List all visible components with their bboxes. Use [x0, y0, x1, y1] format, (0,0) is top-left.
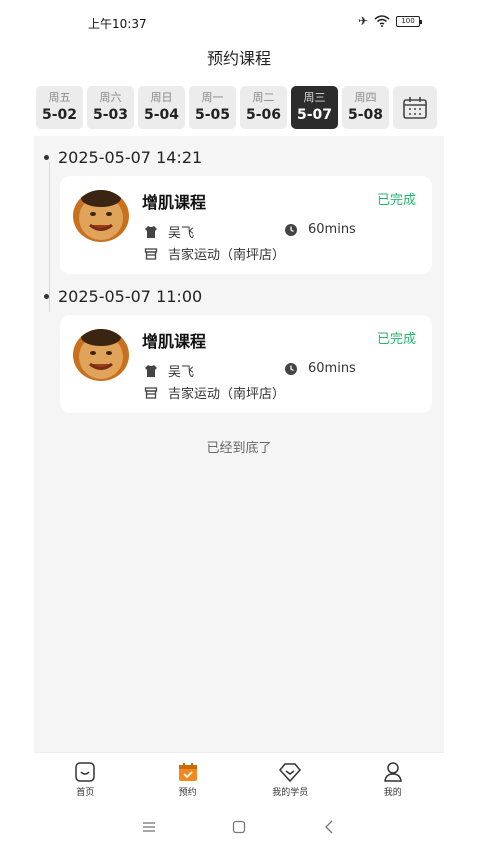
day-weekday: 周六 — [99, 91, 122, 104]
coach-avatar — [73, 329, 129, 381]
location-row: 吉家运动（南坪店） — [144, 383, 285, 402]
coach-name: 吴飞 — [168, 365, 195, 380]
tab-label: 我的学员 — [272, 788, 309, 798]
tab-booking[interactable]: 预约 — [137, 753, 240, 804]
day-tab[interactable]: 周一 5-05 — [189, 86, 236, 129]
day-date: 5-08 — [347, 107, 384, 123]
coach-row: 吴飞 — [144, 222, 194, 241]
day-date: 5-06 — [245, 107, 282, 123]
duration-row: 60mins — [284, 222, 356, 237]
status-badge: 已完成 — [376, 332, 416, 347]
day-date: 5-03 — [92, 107, 129, 123]
timeline-header: 2025-05-07 14:21 — [44, 148, 202, 167]
system-nav-bar — [34, 804, 444, 850]
status-bar: 上午10:37 ✈ 100 — [34, 0, 444, 44]
date-selector: 周五 5-02 周六 5-03 周日 5-04 周一 5-05 周二 5-06 … — [34, 80, 444, 136]
duration-value: 60mins — [308, 361, 356, 376]
tab-home[interactable]: 首页 — [34, 753, 137, 804]
menu-button[interactable] — [139, 817, 159, 837]
day-weekday: 周日 — [150, 91, 173, 104]
coach-name: 吴飞 — [168, 226, 195, 241]
day-date: 5-07 — [296, 107, 333, 123]
store-icon — [144, 386, 158, 399]
day-weekday: 周五 — [48, 91, 71, 104]
store-icon — [144, 247, 158, 260]
user-icon — [383, 762, 402, 782]
status-badge: 已完成 — [376, 193, 416, 208]
calendar-icon — [403, 96, 427, 119]
day-tab[interactable]: 周日 5-04 — [138, 86, 185, 129]
back-button[interactable] — [319, 817, 339, 837]
coach-avatar — [73, 190, 129, 242]
shirt-icon — [145, 364, 157, 377]
booking-datetime: 2025-05-07 14:21 — [58, 148, 203, 167]
app-screen: 上午10:37 ✈ 100 预约课程 周五 5-02 周六 5-03 周日 5-… — [34, 0, 444, 850]
location-name: 吉家运动（南坪店） — [168, 387, 286, 402]
tab-profile[interactable]: 我的 — [342, 753, 445, 804]
day-tab[interactable]: 周五 5-02 — [36, 86, 83, 129]
day-tab[interactable]: 周六 5-03 — [87, 86, 134, 129]
timeline-dot — [44, 294, 49, 299]
clock-icon — [285, 223, 297, 236]
page-title: 预约课程 — [206, 49, 271, 68]
tab-label: 我的 — [383, 788, 402, 798]
day-weekday: 周二 — [252, 91, 275, 104]
home-nav-button[interactable] — [229, 817, 249, 837]
calendar-button[interactable] — [393, 86, 437, 129]
duration-row: 60mins — [284, 361, 356, 376]
timeline-header: 2025-05-07 11:00 — [44, 287, 202, 306]
tab-label: 预约 — [178, 788, 197, 798]
course-name: 增肌课程 — [142, 332, 207, 351]
duration-value: 60mins — [308, 222, 356, 237]
wifi-icon — [374, 15, 390, 27]
airplane-icon: ✈ — [357, 14, 368, 28]
timeline-dot — [44, 155, 49, 160]
day-tab-selected[interactable]: 周三 5-07 — [291, 86, 338, 129]
shirt-icon — [145, 225, 157, 238]
calendar-check-icon — [178, 763, 197, 781]
booking-card[interactable]: 增肌课程 已完成 吴飞 60mins 吉家运动（南坪店） — [60, 176, 432, 274]
list-end-text: 已经到底了 — [206, 441, 272, 456]
location-row: 吉家运动（南坪店） — [144, 244, 285, 263]
booking-datetime: 2025-05-07 11:00 — [58, 287, 203, 306]
day-tab[interactable]: 周四 5-08 — [342, 86, 389, 129]
tab-students[interactable]: 我的学员 — [239, 753, 342, 804]
course-name: 增肌课程 — [142, 193, 207, 212]
square-icon — [232, 820, 246, 834]
day-weekday: 周四 — [354, 91, 377, 104]
battery-icon: 100 — [396, 15, 422, 27]
day-weekday: 周三 — [303, 91, 326, 104]
page-header: 预约课程 — [34, 44, 444, 80]
tab-label: 首页 — [76, 788, 95, 798]
day-date: 5-02 — [41, 107, 78, 123]
booking-card[interactable]: 增肌课程 已完成 吴飞 60mins 吉家运动（南坪店） — [60, 315, 432, 413]
bottom-tabbar: 首页 预约 我的学员 我的 — [34, 752, 444, 804]
diamond-icon — [279, 763, 302, 783]
back-icon — [325, 820, 333, 834]
home-icon — [75, 762, 95, 782]
day-date: 5-05 — [194, 107, 231, 123]
location-name: 吉家运动（南坪店） — [168, 248, 286, 263]
day-tab[interactable]: 周二 5-06 — [240, 86, 287, 129]
status-icons: ✈ 100 — [357, 13, 422, 29]
clock-icon — [285, 362, 297, 375]
day-weekday: 周一 — [201, 91, 224, 104]
day-date: 5-04 — [143, 107, 180, 123]
coach-row: 吴飞 — [144, 361, 194, 380]
status-time: 上午10:37 — [88, 17, 147, 31]
menu-icon — [143, 822, 155, 832]
